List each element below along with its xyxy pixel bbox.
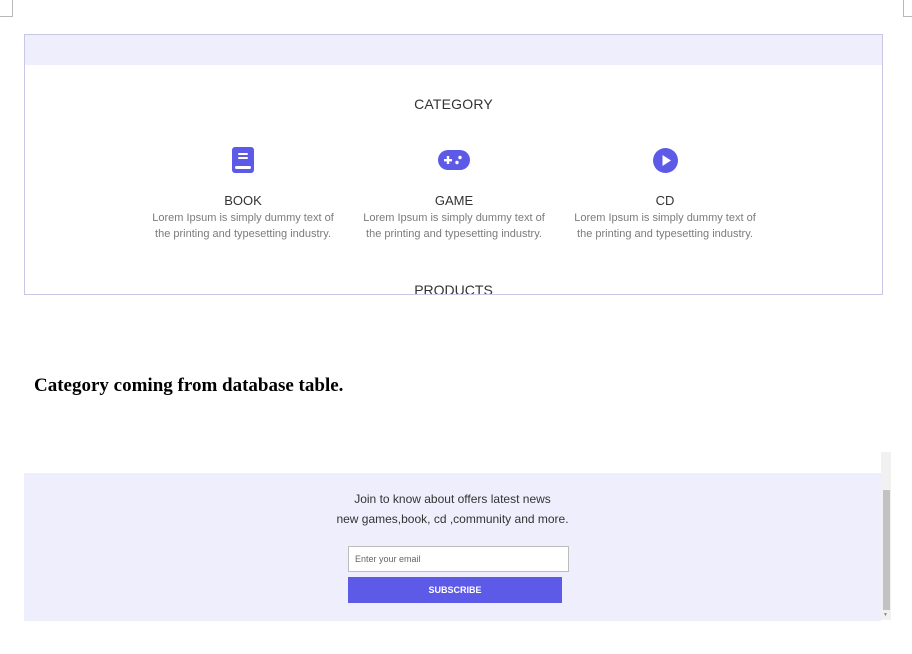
gamepad-icon [354, 147, 554, 173]
scroll-down-arrow-icon[interactable]: ▼ [883, 613, 888, 618]
frame-header-band [25, 35, 882, 65]
category-card-book[interactable]: BOOK Lorem Ipsum is simply dummy text of… [143, 147, 343, 242]
category-name: BOOK [224, 193, 262, 208]
category-embed-frame: CATEGORY BOOK Lorem Ipsum is simply dumm… [24, 34, 883, 295]
category-description: Lorem Ipsum is simply dummy text of the … [152, 212, 334, 240]
email-input[interactable] [348, 546, 569, 572]
play-circle-icon [565, 147, 765, 173]
category-card-cd[interactable]: CD Lorem Ipsum is simply dummy text of t… [565, 147, 765, 242]
vertical-scrollbar[interactable]: ▼ [881, 452, 891, 620]
category-card-game[interactable]: GAME Lorem Ipsum is simply dummy text of… [354, 147, 554, 242]
category-name: CD [655, 193, 675, 208]
newsletter-text-line2: new games,book, cd ,community and more. [336, 512, 569, 526]
products-heading: PRODUCTS [414, 282, 493, 295]
page-corner-mark-right [903, 0, 912, 17]
book-icon [143, 147, 343, 173]
subscribe-button[interactable]: SUBSCRIBE [348, 577, 562, 603]
scrollbar-thumb[interactable] [883, 490, 890, 610]
category-heading: CATEGORY [414, 96, 493, 112]
database-note: Category coming from database table. [34, 375, 344, 396]
category-description: Lorem Ipsum is simply dummy text of the … [363, 212, 545, 240]
page-corner-mark-left [0, 0, 13, 17]
newsletter-section: Join to know about offers latest news ne… [24, 473, 881, 621]
category-name: GAME [434, 193, 474, 208]
newsletter-text-line1: Join to know about offers latest news [354, 492, 551, 506]
category-description: Lorem Ipsum is simply dummy text of the … [574, 212, 756, 240]
